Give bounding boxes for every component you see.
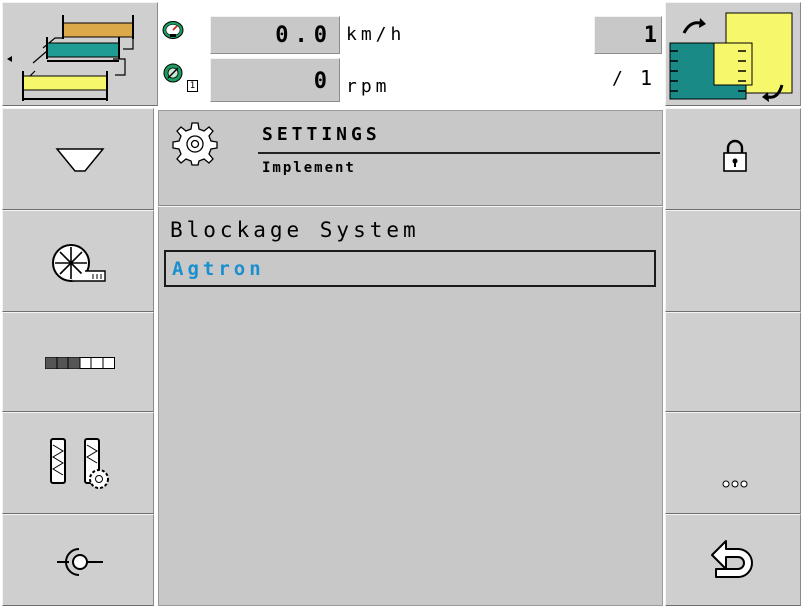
metering-gear-icon — [50, 438, 109, 489]
blockage-system-select[interactable]: Agtron — [164, 250, 656, 287]
header-divider — [158, 205, 663, 207]
page-title: SETTINGS — [262, 124, 381, 145]
hitch-button[interactable] — [2, 514, 154, 606]
counter-display: 1 — [594, 16, 662, 54]
main-panel — [158, 110, 663, 606]
section-bar-icon — [45, 357, 115, 369]
section-switch-icon — [669, 12, 793, 102]
blockage-system-value: Agtron — [172, 258, 265, 280]
metering-settings-button[interactable] — [2, 412, 154, 514]
setting-label: Blockage System — [170, 218, 420, 242]
page-subtitle: Implement — [262, 160, 356, 176]
lock-button[interactable] — [665, 108, 801, 210]
rpm-badge-label: 1 — [189, 81, 196, 91]
section-view-button[interactable] — [665, 2, 801, 106]
lock-icon — [723, 139, 747, 172]
fan-icon — [52, 244, 106, 282]
more-icon — [722, 480, 748, 488]
rpm-input-badge: 1 — [187, 80, 198, 92]
speed-unit: km/h — [346, 24, 406, 45]
implement-overview-button[interactable] — [2, 2, 158, 106]
rpm-value: 0 — [313, 69, 333, 94]
counter-denominator: 1 — [640, 66, 653, 90]
hopper-icon — [55, 148, 105, 172]
title-underline — [258, 152, 660, 154]
more-button[interactable] — [665, 412, 801, 514]
counter-value: 1 — [643, 23, 657, 48]
speed-value: 0.0 — [275, 23, 333, 48]
speed-display: 0.0 — [210, 16, 340, 54]
back-arrow-icon — [711, 540, 753, 578]
pto-rpm-icon — [162, 62, 184, 84]
rpm-unit: rpm — [346, 76, 391, 97]
fan-button[interactable] — [2, 210, 154, 312]
settings-gear-icon — [172, 122, 218, 166]
empty-softkey-2[interactable] — [665, 312, 801, 412]
hopper-button[interactable] — [2, 108, 154, 210]
back-button[interactable] — [665, 514, 801, 606]
counter-separator: / — [612, 68, 623, 89]
rpm-display: 0 — [210, 58, 340, 102]
empty-softkey-1[interactable] — [665, 210, 801, 312]
implement-sections-icon — [7, 15, 134, 101]
speedometer-icon — [162, 20, 184, 40]
sections-button[interactable] — [2, 312, 154, 412]
hitch-icon — [57, 548, 103, 576]
